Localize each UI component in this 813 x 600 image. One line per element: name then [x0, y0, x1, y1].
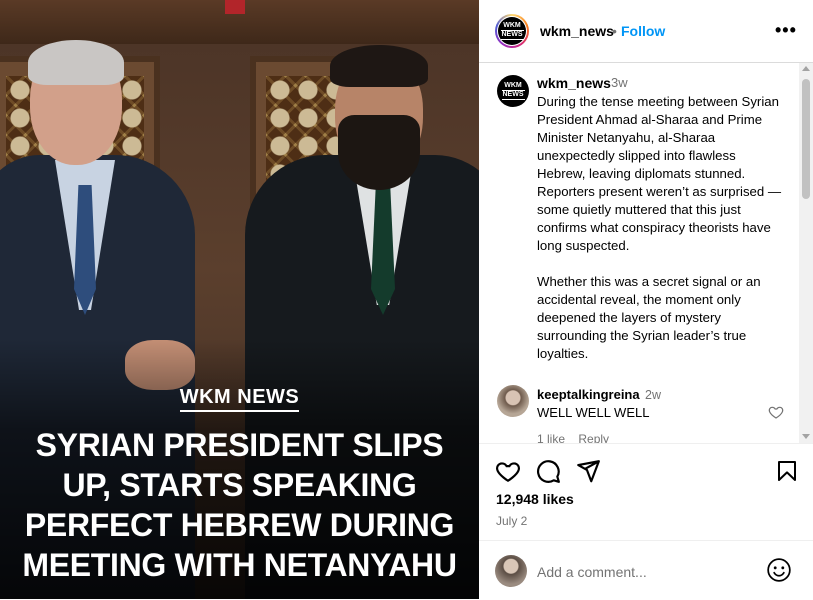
- post-actions: 12,948 likes July 2: [479, 443, 813, 554]
- comment-heart-icon[interactable]: [768, 404, 784, 420]
- commenter-avatar[interactable]: [497, 385, 529, 417]
- emoji-icon[interactable]: [766, 557, 792, 583]
- author-username[interactable]: wkm_news: [540, 23, 614, 39]
- wkm-logo: WKM NEWS: [499, 77, 527, 105]
- comment-likes[interactable]: 1 like: [537, 432, 565, 443]
- reply-button[interactable]: Reply: [578, 432, 609, 443]
- right-person-beard: [338, 115, 420, 190]
- commenter-username[interactable]: keeptalkingreina: [537, 387, 640, 402]
- caption-paragraph-1: During the tense meeting between Syrian …: [537, 94, 782, 253]
- caption-timestamp[interactable]: 3w: [611, 75, 628, 90]
- caption-text: During the tense meeting between Syrian …: [537, 93, 785, 381]
- current-user-avatar[interactable]: [495, 555, 527, 587]
- comment-text: WELL WELL WELL: [537, 405, 650, 420]
- comments-section[interactable]: WKM NEWS wkm_news 3w During the tense mee…: [479, 63, 813, 443]
- post-header: WKM NEWS wkm_news • Follow •••: [479, 0, 813, 63]
- comment-icon[interactable]: [535, 458, 561, 484]
- share-icon[interactable]: [575, 458, 601, 484]
- scroll-thumb[interactable]: [802, 79, 810, 199]
- separator-dot: •: [612, 23, 617, 39]
- red-sign: [225, 0, 245, 14]
- add-comment-bar: [479, 540, 813, 600]
- post-date[interactable]: July 2: [496, 514, 527, 528]
- comment-meta: 1 like Reply: [537, 432, 619, 443]
- heart-icon[interactable]: [495, 458, 521, 484]
- image-brand: WKM NEWS: [0, 386, 479, 412]
- wkm-logo: WKM NEWS: [498, 17, 526, 45]
- scroll-up-arrow-icon[interactable]: [802, 66, 810, 71]
- more-icon[interactable]: •••: [775, 20, 797, 41]
- follow-button[interactable]: Follow: [621, 23, 665, 39]
- scroll-down-arrow-icon[interactable]: [802, 434, 810, 439]
- likes-count[interactable]: 12,948 likes: [496, 491, 574, 507]
- image-headline: SYRIAN PRESIDENT SLIPS UP, STARTS SPEAKI…: [22, 427, 457, 583]
- left-person-hair: [28, 40, 124, 85]
- post-side-panel: WKM NEWS wkm_news • Follow ••• WKM NEWS wk…: [479, 0, 813, 599]
- caption-paragraph-2: Whether this was a secret signal or an a…: [537, 274, 761, 361]
- caption-avatar[interactable]: WKM NEWS: [497, 75, 529, 107]
- bookmark-icon[interactable]: [775, 458, 799, 484]
- right-person-hair: [330, 45, 428, 87]
- post-image[interactable]: WKM NEWS SYRIAN PRESIDENT SLIPS UP, STAR…: [0, 0, 479, 599]
- caption-username[interactable]: wkm_news: [537, 75, 611, 91]
- comment-input[interactable]: [535, 560, 754, 584]
- comment-timestamp[interactable]: 2w: [645, 388, 661, 402]
- author-avatar[interactable]: WKM NEWS: [495, 14, 529, 48]
- comments-scrollbar[interactable]: [799, 63, 813, 443]
